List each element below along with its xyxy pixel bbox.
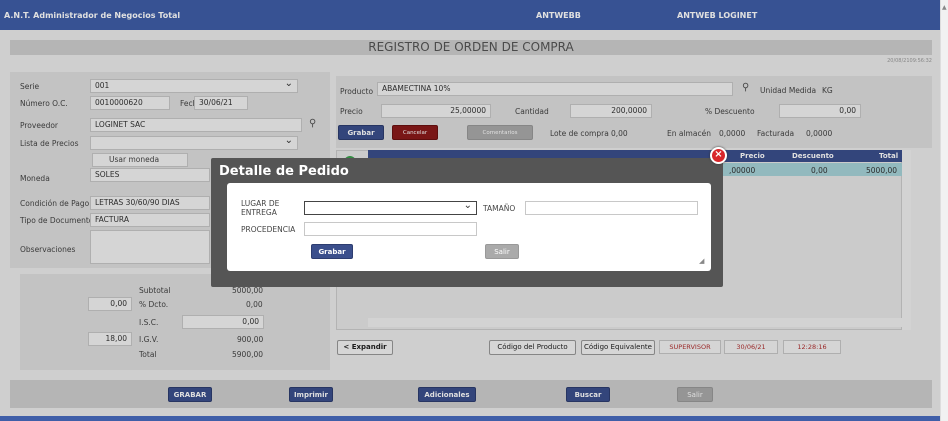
procedencia-field[interactable] [304, 222, 477, 236]
dialog-title: Detalle de Pedido [219, 164, 349, 179]
dialog-grabar-button[interactable]: Grabar [311, 244, 353, 259]
resize-handle-icon[interactable]: ◢ [699, 257, 704, 265]
tamano-field[interactable] [525, 201, 698, 215]
scroll-up-icon[interactable]: ▲ [942, 4, 947, 11]
page-scrollbar[interactable]: ▲ [940, 0, 948, 421]
lugar-entrega-select[interactable] [304, 201, 477, 215]
lugar-entrega-label: LUGAR DE ENTREGA [241, 199, 280, 217]
detalle-pedido-dialog: Detalle de Pedido LUGAR DE ENTREGA TAMAÑ… [211, 158, 723, 287]
dialog-salir-button[interactable]: Salir [485, 244, 519, 259]
tamano-label: TAMAÑO [483, 204, 516, 213]
close-icon[interactable]: × [710, 147, 727, 164]
status-bar [0, 416, 940, 421]
procedencia-label: PROCEDENCIA [241, 225, 296, 234]
dialog-body: LUGAR DE ENTREGA TAMAÑO PROCEDENCIA Grab… [227, 183, 711, 271]
